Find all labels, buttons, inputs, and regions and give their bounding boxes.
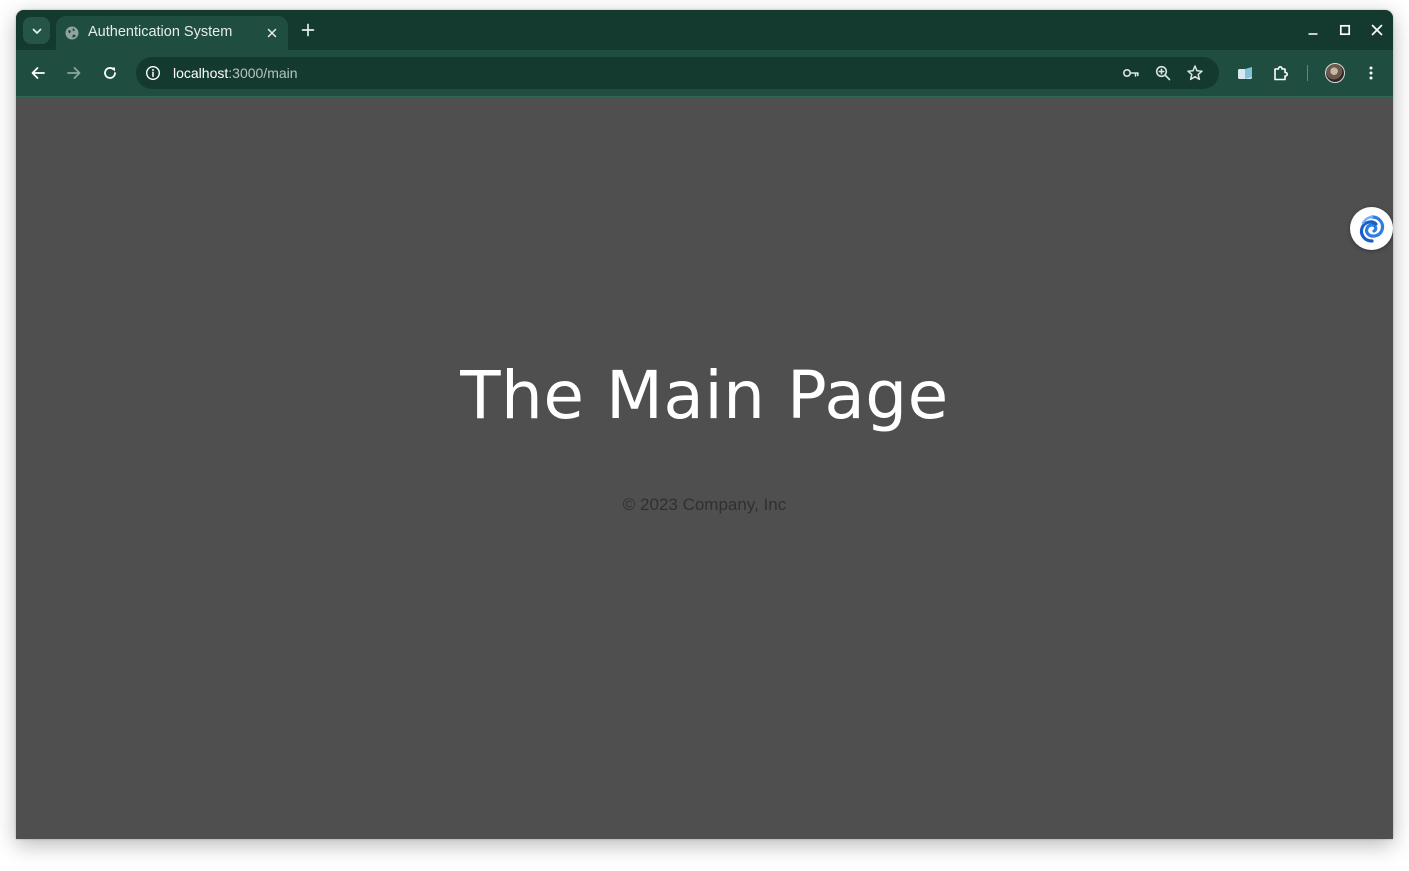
toolbar-divider [1307, 65, 1308, 81]
extension-button[interactable] [1235, 63, 1255, 83]
bookmark-button[interactable] [1186, 64, 1204, 82]
zoom-button[interactable] [1154, 64, 1172, 82]
minimize-icon [1308, 33, 1318, 35]
swirl-icon [1359, 214, 1384, 243]
tab-authentication-system[interactable]: Authentication System [56, 16, 288, 50]
reload-icon [104, 67, 116, 79]
maximize-icon [1339, 24, 1351, 36]
more-vert-icon [1369, 66, 1373, 80]
new-tab-button[interactable] [298, 20, 318, 40]
floating-assistant-button[interactable] [1350, 207, 1393, 250]
footer-copyright: © 2023 Company, Inc [622, 495, 787, 514]
address-bar[interactable]: localhost:3000/main [136, 57, 1219, 89]
extensions-menu-button[interactable] [1271, 63, 1291, 83]
globe-icon [65, 26, 79, 40]
tab-title: Authentication System [88, 24, 233, 40]
arrow-right-icon [67, 67, 81, 79]
page-content: The Main Page © 2023 Company, Inc [16, 97, 1393, 839]
tab-search-button[interactable] [23, 17, 50, 44]
forward-button[interactable] [64, 63, 84, 83]
info-icon[interactable] [145, 65, 161, 81]
chevron-down-icon [32, 28, 41, 34]
close-tab-button[interactable] [264, 25, 280, 41]
browser-toolbar: localhost:3000/main [16, 50, 1393, 97]
url-text[interactable]: localhost:3000/main [173, 65, 298, 81]
password-manager-button[interactable] [1122, 64, 1140, 82]
back-button[interactable] [28, 63, 48, 83]
browser-menu-button[interactable] [1361, 63, 1381, 83]
reload-button[interactable] [100, 63, 120, 83]
browser-window: Authentication System localhost:3000/mai… [16, 10, 1393, 839]
page-title: The Main Page [460, 357, 949, 434]
close-icon [267, 28, 277, 38]
close-window-button[interactable] [1369, 22, 1385, 38]
tab-strip: Authentication System [16, 10, 1393, 50]
maximize-button[interactable] [1337, 22, 1353, 38]
key-icon [1122, 69, 1139, 78]
arrow-left-icon [31, 67, 45, 79]
close-icon [1371, 24, 1383, 36]
zoom-in-icon [1155, 65, 1171, 81]
minimize-button[interactable] [1305, 22, 1321, 38]
extension-icon [1238, 67, 1252, 79]
avatar[interactable] [1325, 63, 1345, 83]
plus-icon [301, 23, 315, 37]
puzzle-icon [1274, 66, 1288, 81]
star-icon [1187, 65, 1203, 81]
url-host: localhost [173, 65, 229, 81]
url-path: :3000/main [228, 65, 298, 81]
